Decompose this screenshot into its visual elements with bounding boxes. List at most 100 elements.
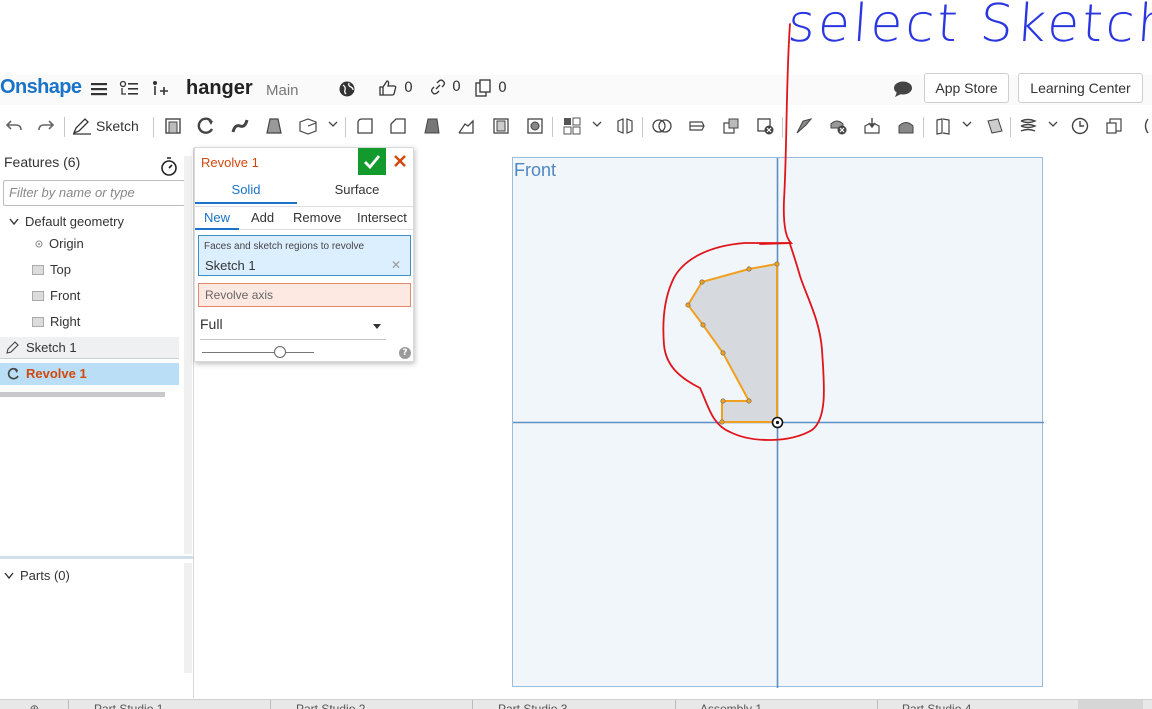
chevron-down-icon[interactable] — [1048, 119, 1058, 133]
chamfer-icon[interactable] — [386, 114, 410, 138]
likes-counter[interactable]: 0 — [378, 79, 413, 97]
undo-icon[interactable] — [2, 114, 26, 138]
tab-solid[interactable]: Solid — [195, 178, 297, 204]
derived-icon[interactable] — [1102, 114, 1126, 138]
tab-part-studio-2[interactable]: Part Studio 2 — [282, 701, 467, 709]
horizontal-scrollbar[interactable] — [0, 392, 165, 397]
tab-assembly-1[interactable]: Assembly 1 — [686, 701, 871, 709]
globe-icon[interactable] — [336, 78, 358, 100]
plane-icon[interactable] — [983, 114, 1007, 138]
delete-face-icon[interactable] — [826, 114, 850, 138]
graphics-viewport[interactable]: Front — [512, 157, 1044, 688]
modify-fillet-icon[interactable] — [792, 114, 816, 138]
rib-icon[interactable] — [454, 114, 478, 138]
op-intersect[interactable]: Intersect — [357, 210, 407, 225]
learning-center-button[interactable]: Learning Center — [1018, 73, 1143, 103]
parts-scrollbar[interactable] — [184, 563, 192, 673]
feature-list-icon[interactable] — [118, 78, 140, 100]
sweep-icon[interactable] — [228, 114, 252, 138]
links-count: 0 — [452, 79, 461, 95]
plane-item-front[interactable]: Front — [32, 288, 80, 303]
offset-surface-icon[interactable] — [931, 114, 955, 138]
redo-icon[interactable] — [34, 114, 58, 138]
default-geometry-label: Default geometry — [25, 214, 124, 229]
query-selection[interactable]: Sketch 1 — [205, 258, 256, 273]
boolean-icon[interactable] — [650, 114, 674, 138]
chevron-down-icon — [4, 572, 14, 579]
extrude-icon[interactable] — [161, 114, 185, 138]
delete-part-icon[interactable] — [753, 114, 777, 138]
plane-icon — [32, 290, 44, 301]
help-icon[interactable]: ? — [399, 347, 411, 359]
revolve-type-select[interactable]: Full — [200, 316, 386, 340]
feature-filter-input[interactable]: Filter by name or type — [3, 180, 185, 206]
chevron-down-icon[interactable] — [962, 119, 972, 133]
tab-divider — [270, 700, 271, 709]
chevron-down-icon[interactable] — [592, 119, 602, 133]
feature-row-revolve[interactable]: Revolve 1 — [0, 363, 179, 385]
feature-list-panel: Features (6) Filter by name or type Defa… — [0, 148, 194, 556]
chat-icon[interactable] — [892, 78, 914, 100]
more-tools-icon[interactable] — [1134, 114, 1152, 138]
sketch-canvas[interactable] — [513, 158, 1044, 688]
feature-toolbar: Sketch — [0, 109, 1152, 143]
shell-icon[interactable] — [489, 114, 513, 138]
accept-button[interactable] — [358, 148, 386, 175]
plane-item-top[interactable]: Top — [32, 262, 71, 277]
tab-bar-menu[interactable]: ▬ ⊕ — [0, 701, 60, 709]
op-remove[interactable]: Remove — [293, 210, 341, 225]
revolve-icon[interactable] — [194, 114, 218, 138]
tab-part-studio-3[interactable]: Part Studio 3 — [484, 701, 669, 709]
onshape-logo[interactable]: Onshape — [0, 76, 82, 99]
origin-item[interactable]: Origin — [35, 236, 84, 251]
helix-icon[interactable] — [1016, 114, 1040, 138]
branch-label[interactable]: Main — [266, 82, 299, 99]
copies-count: 0 — [498, 80, 507, 96]
thicken-icon[interactable] — [297, 114, 321, 138]
revolve-feature-label: Revolve 1 — [26, 366, 87, 381]
tab-divider — [675, 700, 676, 709]
cancel-button[interactable] — [391, 151, 409, 171]
insert-icon[interactable] — [149, 78, 171, 100]
transform-icon[interactable] — [719, 114, 743, 138]
tab-divider — [68, 700, 69, 709]
fillet-icon[interactable] — [353, 114, 377, 138]
parts-folder[interactable]: Parts (0) — [4, 568, 70, 583]
tab-part-studio-4[interactable]: Part Studio 4 — [888, 701, 1073, 709]
loft-icon[interactable] — [262, 114, 286, 138]
sketch-button[interactable]: Sketch — [72, 114, 139, 138]
slider-track[interactable] — [202, 352, 314, 353]
chevron-down-icon[interactable] — [328, 119, 338, 133]
links-counter[interactable]: 0 — [430, 79, 461, 95]
mirror-icon[interactable] — [613, 114, 637, 138]
move-face-icon[interactable] — [860, 114, 884, 138]
query-label: Faces and sketch regions to revolve — [204, 241, 365, 252]
clear-icon[interactable]: ✕ — [391, 258, 401, 272]
dropdown-caret-icon[interactable] — [373, 324, 381, 329]
split-icon[interactable] — [685, 114, 709, 138]
menu-icon[interactable] — [88, 78, 110, 100]
op-new[interactable]: New — [195, 207, 239, 230]
slider-thumb[interactable] — [274, 346, 287, 358]
document-title[interactable]: hanger — [186, 77, 253, 100]
toolbar-divider — [552, 117, 553, 137]
plane-item-right[interactable]: Right — [32, 314, 80, 329]
op-add[interactable]: Add — [251, 210, 274, 225]
draft-icon[interactable] — [420, 114, 444, 138]
feature-row-sketch[interactable]: Sketch 1 — [0, 337, 179, 359]
default-geometry-folder[interactable]: Default geometry — [9, 214, 124, 229]
copies-counter[interactable]: 0 — [474, 79, 507, 97]
faces-query-field[interactable]: Faces and sketch regions to revolve Sket… — [198, 235, 411, 276]
hole-icon[interactable] — [523, 114, 547, 138]
panel-divider[interactable] — [0, 556, 194, 559]
rollback-timer-icon[interactable] — [160, 156, 178, 180]
pattern-icon[interactable] — [560, 114, 584, 138]
toolbar-divider — [345, 117, 346, 137]
replace-face-icon[interactable] — [894, 114, 918, 138]
revolve-axis-field[interactable]: Revolve axis — [198, 283, 411, 307]
tab-part-studio-1[interactable]: Part Studio 1 — [80, 701, 265, 709]
vertical-scrollbar[interactable] — [184, 156, 192, 554]
app-store-button[interactable]: App Store — [924, 73, 1009, 103]
tab-surface[interactable]: Surface — [305, 178, 409, 204]
mate-connector-icon[interactable] — [1068, 114, 1092, 138]
